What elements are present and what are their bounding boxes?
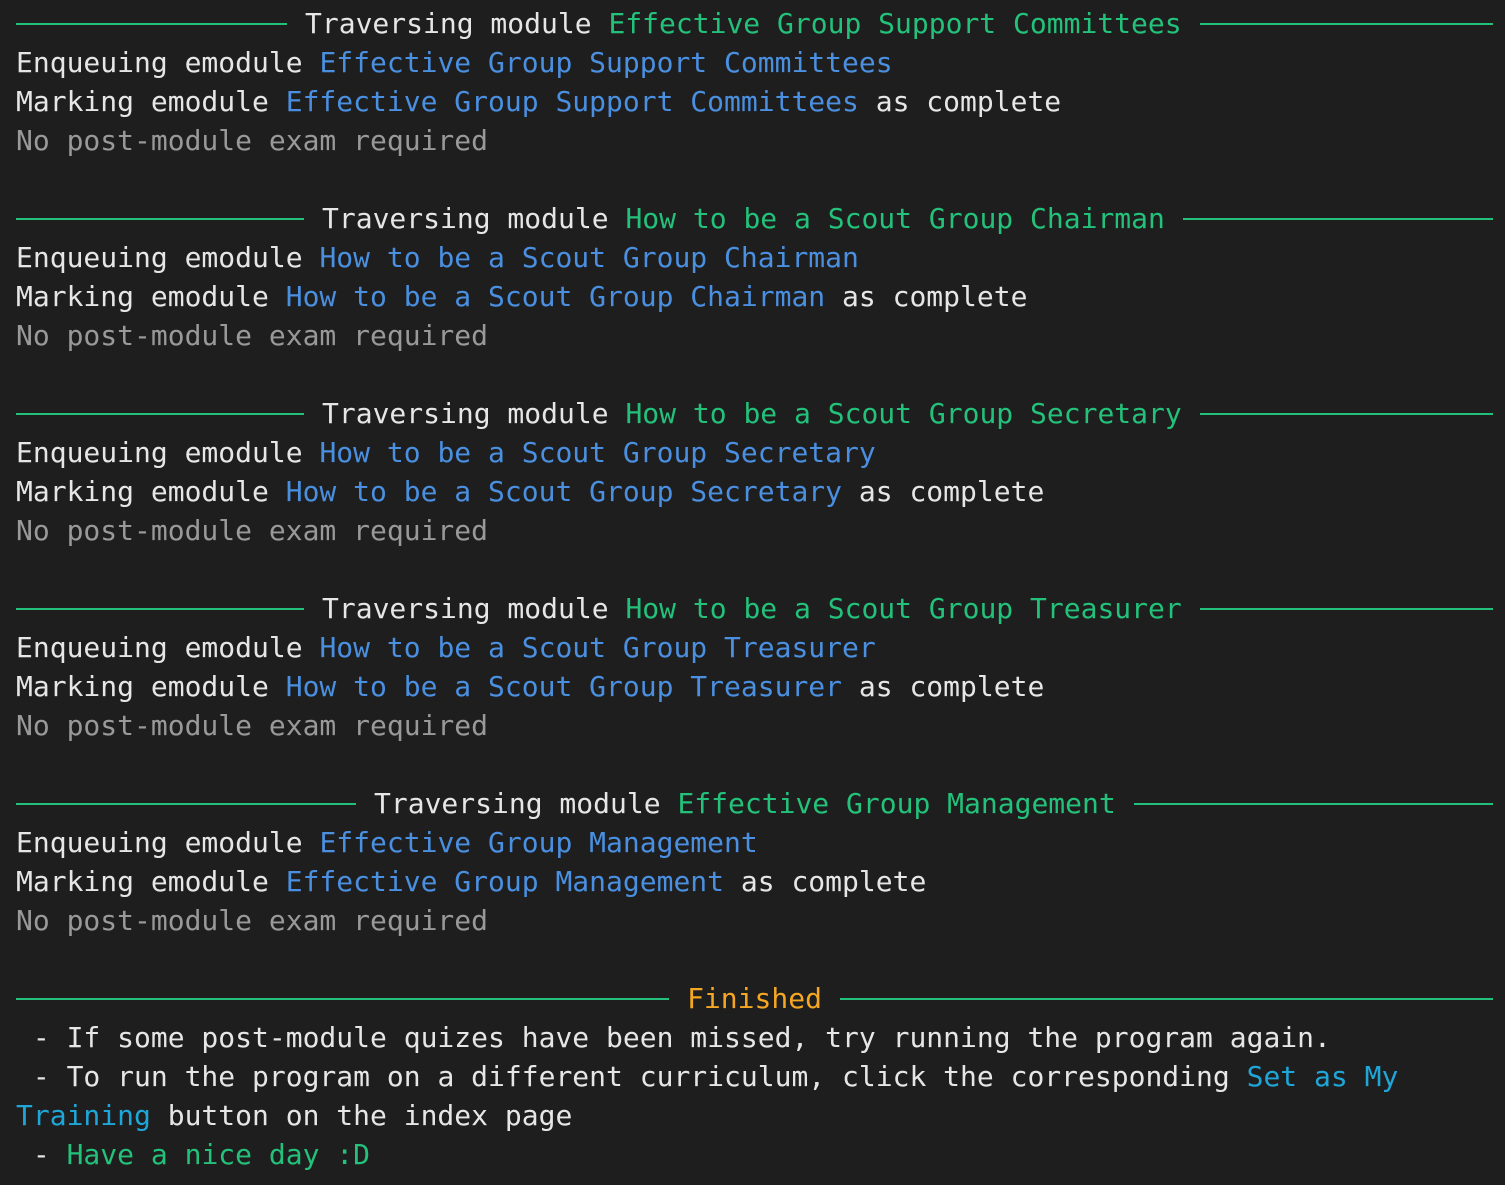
- module-header: Traversing module How to be a Scout Grou…: [16, 199, 1493, 238]
- mark-complete-line: Marking emodule Effective Group Support …: [16, 85, 1062, 118]
- module-header: Traversing module How to be a Scout Grou…: [16, 394, 1493, 433]
- module-header-text: Traversing module Effective Group Suppor…: [305, 7, 1182, 40]
- module-header-text: Traversing module How to be a Scout Grou…: [322, 397, 1182, 430]
- mark-complete-line: Marking emodule How to be a Scout Group …: [16, 670, 1045, 703]
- module-name: How to be a Scout Group Chairman: [625, 202, 1165, 235]
- rule-right: [1199, 607, 1493, 610]
- mark-complete-line: Marking emodule How to be a Scout Group …: [16, 475, 1045, 508]
- no-exam-line: No post-module exam required: [16, 319, 489, 352]
- module-header: Traversing module How to be a Scout Grou…: [16, 589, 1493, 628]
- rule-left: [16, 802, 356, 805]
- emodule-name: How to be a Scout Group Treasurer: [285, 670, 843, 703]
- mark-complete-line: Marking emodule Effective Group Manageme…: [16, 865, 927, 898]
- tip-curriculum-line: - To run the program on a different curr…: [16, 1060, 1416, 1132]
- enqueue-line: Enqueuing emodule Effective Group Suppor…: [16, 46, 893, 79]
- tip-retry-line: - If some post-module quizes have been m…: [16, 1021, 1331, 1054]
- emodule-name: Effective Group Management: [285, 865, 725, 898]
- emodule-name: How to be a Scout Group Secretary: [319, 436, 876, 469]
- module-name: Effective Group Support Committees: [608, 7, 1182, 40]
- enqueue-line: Enqueuing emodule How to be a Scout Grou…: [16, 241, 859, 274]
- module-name: How to be a Scout Group Secretary: [625, 397, 1182, 430]
- goodbye-line: - Have a nice day :D: [16, 1138, 371, 1171]
- mark-complete-line: Marking emodule How to be a Scout Group …: [16, 280, 1028, 313]
- rule-left: [16, 412, 304, 415]
- module-header: Traversing module Effective Group Manage…: [16, 784, 1493, 823]
- enqueue-line: Enqueuing emodule How to be a Scout Grou…: [16, 436, 876, 469]
- goodbye-text: Have a nice day :D: [66, 1138, 371, 1171]
- rule-left: [16, 607, 304, 610]
- rule-right: [1133, 802, 1493, 805]
- module-name: Effective Group Management: [677, 787, 1116, 820]
- terminal-output: Traversing module Effective Group Suppor…: [0, 0, 1505, 1185]
- enqueue-line: Enqueuing emodule Effective Group Manage…: [16, 826, 758, 859]
- module-header-text: Traversing module Effective Group Manage…: [374, 787, 1116, 820]
- emodule-name: How to be a Scout Group Chairman: [319, 241, 859, 274]
- emodule-name: How to be a Scout Group Treasurer: [319, 631, 876, 664]
- emodule-name: Effective Group Support Committees: [285, 85, 859, 118]
- module-header-text: Traversing module How to be a Scout Grou…: [322, 202, 1165, 235]
- emodule-name: Effective Group Management: [319, 826, 758, 859]
- rule-right: [1182, 217, 1493, 220]
- no-exam-line: No post-module exam required: [16, 709, 489, 742]
- enqueue-line: Enqueuing emodule How to be a Scout Grou…: [16, 631, 876, 664]
- rule-right: [1199, 22, 1493, 25]
- rule-left: [16, 217, 304, 220]
- module-header: Traversing module Effective Group Suppor…: [16, 4, 1493, 43]
- no-exam-line: No post-module exam required: [16, 124, 489, 157]
- no-exam-line: No post-module exam required: [16, 904, 489, 937]
- rule-right: [839, 997, 1494, 1000]
- emodule-name: How to be a Scout Group Chairman: [285, 280, 826, 313]
- emodule-name: How to be a Scout Group Secretary: [285, 475, 843, 508]
- rule-right: [1199, 412, 1493, 415]
- module-name: How to be a Scout Group Treasurer: [625, 592, 1182, 625]
- module-header-text: Traversing module How to be a Scout Grou…: [322, 592, 1182, 625]
- no-exam-line: No post-module exam required: [16, 514, 489, 547]
- finished-title: Finished: [687, 982, 822, 1015]
- rule-left: [16, 997, 670, 1000]
- emodule-name: Effective Group Support Committees: [319, 46, 893, 79]
- finished-header: Finished: [16, 979, 1494, 1018]
- rule-left: [16, 22, 287, 25]
